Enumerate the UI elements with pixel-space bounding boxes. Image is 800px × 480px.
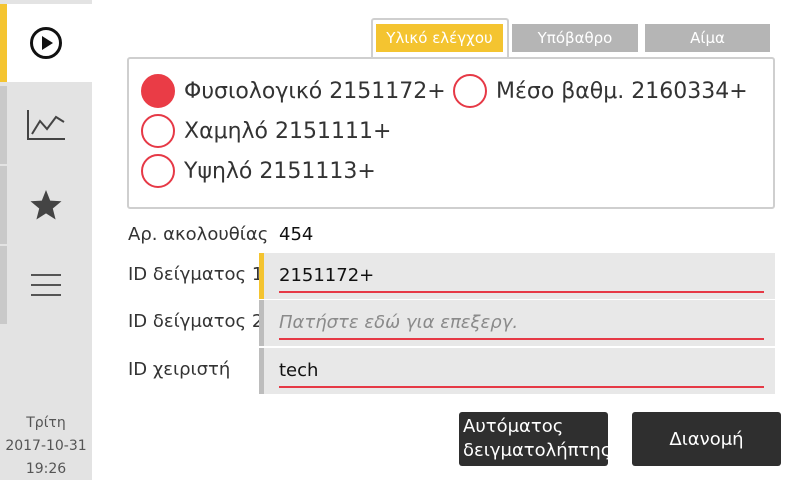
field-underline — [279, 338, 764, 340]
radio-circle — [141, 74, 175, 108]
field-underline — [279, 291, 764, 293]
radio-circle — [141, 154, 175, 188]
tab-background[interactable]: Υπόβαθρο — [512, 24, 638, 52]
control-selection-panel: Φυσιολογικό 2151172+ Μέσο βαθμ. 2160334+… — [127, 57, 775, 209]
focus-bar — [259, 253, 264, 299]
line-chart-icon — [25, 108, 67, 142]
sample-id-1-value: 2151172+ — [279, 265, 375, 286]
operator-id-field[interactable]: tech — [259, 348, 775, 394]
radio-label: Χαμηλό 2151111+ — [184, 118, 392, 144]
active-indicator — [0, 4, 7, 82]
radio-normal[interactable]: Φυσιολογικό 2151172+ — [141, 74, 446, 108]
date-label: 2017-10-31 — [5, 438, 87, 454]
autosampler-button[interactable]: Αυτόματος δειγματολήπτης — [459, 412, 612, 466]
sidebar-item-menu[interactable] — [0, 246, 92, 324]
sidebar-item-favorites[interactable] — [0, 166, 92, 244]
time-label: 19:26 — [25, 461, 67, 477]
sample-id-2-placeholder: Πατήστε εδώ για επεξεργ. — [279, 312, 519, 333]
hamburger-menu-icon — [31, 272, 61, 298]
dispense-button[interactable]: Διανομή — [632, 412, 781, 466]
day-label: Τρίτη — [26, 415, 66, 431]
field-bar — [259, 300, 264, 346]
sequence-number-label: Αρ. ακολουθίας — [128, 224, 269, 245]
radio-high[interactable]: Υψηλό 2151113+ — [141, 154, 376, 188]
tab-blood[interactable]: Αίμα — [645, 24, 770, 52]
star-icon — [29, 188, 63, 222]
sample-id-2-field[interactable]: Πατήστε εδώ για επεξεργ. — [259, 300, 775, 346]
sidebar: Τρίτη 2017-10-31 19:26 — [0, 0, 92, 480]
operator-id-value: tech — [279, 360, 319, 381]
sample-id-2-label: ID δείγματος 2 — [128, 311, 264, 332]
play-circle-icon — [29, 26, 63, 60]
sample-id-1-label: ID δείγματος 1 — [128, 264, 264, 285]
autosampler-label-line1: Αυτόματος — [463, 416, 564, 437]
radio-label: Υψηλό 2151113+ — [184, 158, 376, 184]
sidebar-item-run[interactable] — [0, 4, 92, 82]
sequence-number-value: 454 — [279, 224, 314, 245]
field-underline — [279, 386, 764, 388]
radio-label: Μέσο βαθμ. 2160334+ — [496, 78, 748, 104]
field-bar — [259, 348, 264, 394]
tab-control-material[interactable]: Υλικό ελέγχου — [376, 24, 503, 52]
datetime-display: Τρίτη 2017-10-31 19:26 — [0, 412, 92, 480]
autosampler-label-line2: δειγματολήπτης — [463, 440, 612, 461]
operator-id-label: ID χειριστή — [128, 359, 231, 380]
radio-label: Φυσιολογικό 2151172+ — [184, 78, 446, 104]
sample-id-1-field[interactable]: 2151172+ — [259, 253, 775, 299]
radio-mid-level[interactable]: Μέσο βαθμ. 2160334+ — [453, 74, 748, 108]
sidebar-item-trends[interactable] — [0, 86, 92, 164]
radio-circle — [141, 114, 175, 148]
radio-circle — [453, 74, 487, 108]
radio-low[interactable]: Χαμηλό 2151111+ — [141, 114, 391, 148]
